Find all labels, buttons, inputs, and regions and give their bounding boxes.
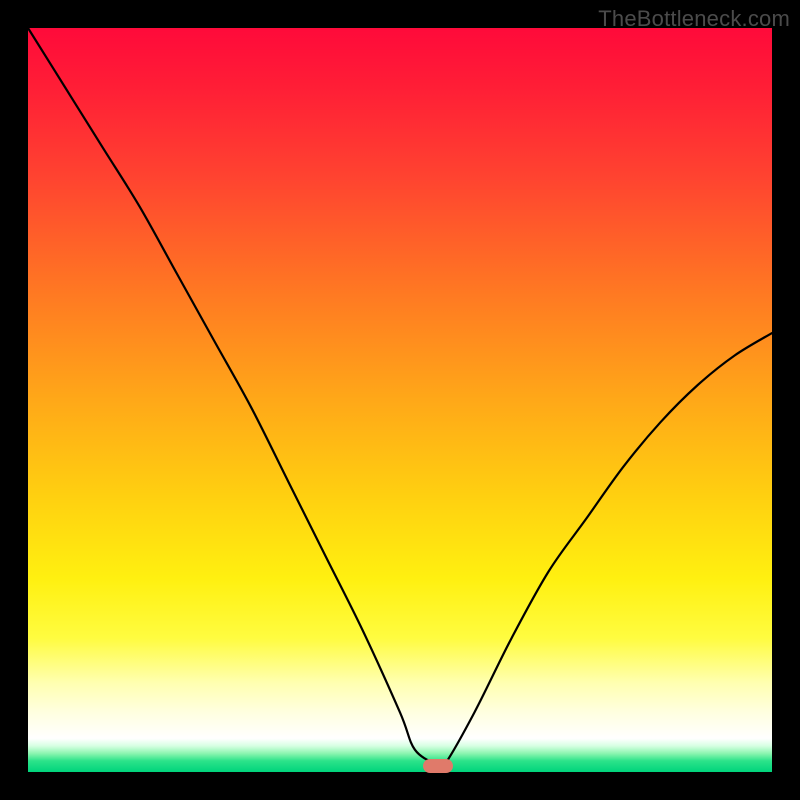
- bottleneck-curve: [28, 28, 772, 772]
- chart-frame: TheBottleneck.com: [0, 0, 800, 800]
- plot-area: [28, 28, 772, 772]
- watermark-text: TheBottleneck.com: [598, 6, 790, 32]
- optimal-point-marker: [423, 759, 453, 773]
